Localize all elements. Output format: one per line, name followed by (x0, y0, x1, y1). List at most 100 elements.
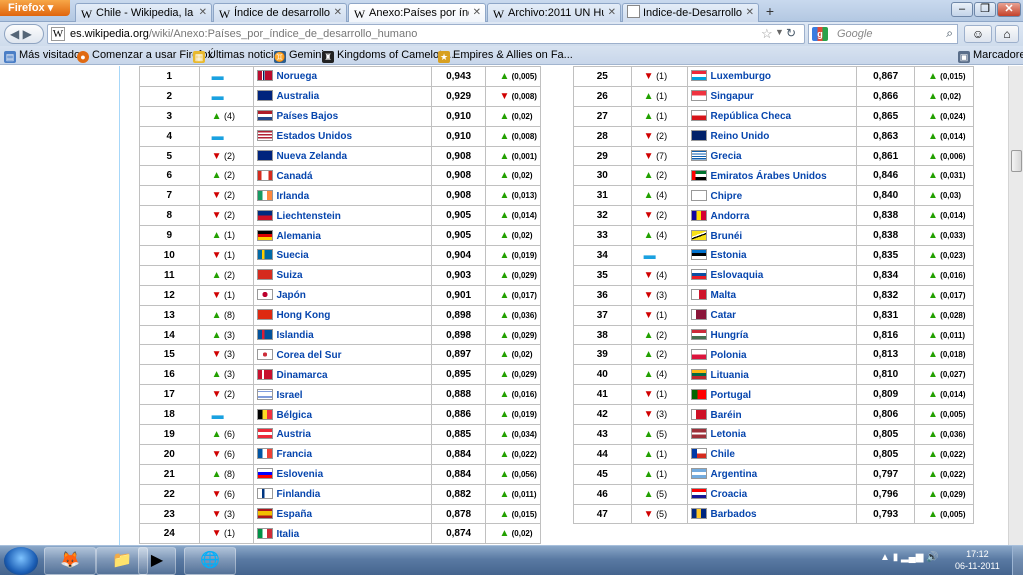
country-link-republica-checa[interactable]: República Checa (710, 111, 791, 122)
start-button[interactable] (4, 547, 38, 575)
country-link-chipre[interactable]: Chipre (710, 191, 742, 202)
close-tab-icon[interactable]: ✕ (473, 4, 481, 22)
firefox-menu-button[interactable]: Firefox ▾ (0, 0, 70, 16)
network-icon[interactable]: ▂▄▆ (901, 552, 923, 563)
bookmark-mas-visitados[interactable]: ▤ Más visitados (4, 48, 86, 63)
bookmarks-menu[interactable]: ▣Marcadores (958, 48, 1023, 63)
bookmarks-toolbar: ▤ Más visitados ● Comenzar a usar Firefox … (0, 46, 1023, 65)
country-link-belgica[interactable]: Bélgica (276, 410, 312, 421)
forward-arrow-icon[interactable]: ▶ (23, 27, 32, 41)
chevron-down-icon[interactable]: ▼ (775, 27, 784, 37)
hdi-value-cell: 0,908 (430, 165, 487, 187)
country-link-barein[interactable]: Baréin (710, 410, 741, 421)
country-link-chile[interactable]: Chile (710, 449, 734, 460)
address-bar[interactable]: W es.wikipedia.org/wiki/Anexo:Países_por… (47, 24, 805, 44)
google-icon[interactable]: g (812, 27, 828, 41)
country-link-barbados[interactable]: Barbados (710, 509, 756, 520)
country-link-eslovenia[interactable]: Eslovenia (276, 469, 323, 480)
taskbar-media-player[interactable]: ▶ (138, 547, 176, 575)
country-link-canada[interactable]: Canadá (276, 171, 312, 182)
country-link-argentina[interactable]: Argentina (710, 469, 757, 480)
new-tab-icon[interactable]: + (761, 3, 779, 21)
tab-anexo-paises[interactable]: WAnexo:Países por índice ... ✕ (348, 3, 486, 23)
country-link-liechtenstein[interactable]: Liechtenstein (276, 211, 340, 222)
hdi-change-cell: ▲ (0,034) (485, 424, 541, 445)
close-tab-icon[interactable]: ✕ (334, 4, 342, 22)
country-link-francia[interactable]: Francia (276, 449, 312, 460)
maximize-icon[interactable]: ❐ (974, 2, 996, 17)
country-link-hong-kong[interactable]: Hong Kong (276, 310, 330, 321)
country-link-andorra[interactable]: Andorra (710, 211, 749, 222)
arrow-up-icon: ▲ (643, 448, 654, 460)
country-link-islandia[interactable]: Islandia (276, 330, 313, 341)
close-tab-icon[interactable]: ✕ (199, 4, 207, 22)
country-link-eslovaquia[interactable]: Eslovaquia (710, 270, 763, 281)
close-window-icon[interactable]: ✕ (997, 2, 1021, 17)
country-link-luxemburgo[interactable]: Luxemburgo (710, 71, 771, 82)
close-tab-icon[interactable]: ✕ (608, 4, 616, 22)
country-link-paises-bajos[interactable]: Países Bajos (276, 111, 338, 122)
bookmark-star-icon[interactable]: ☆ (761, 26, 773, 42)
country-link-emiratos-arabes-unidos[interactable]: Emiratos Árabes Unidos (710, 171, 826, 182)
country-link-letonia[interactable]: Letonia (710, 429, 746, 440)
country-link-brunei[interactable]: Brunéi (710, 231, 742, 242)
country-link-grecia[interactable]: Grecia (710, 151, 741, 162)
country-link-suecia[interactable]: Suecia (276, 250, 308, 261)
battery-icon[interactable]: ▮ (893, 552, 899, 563)
addon-smiley-icon[interactable]: ☺ (964, 25, 992, 43)
country-link-estonia[interactable]: Estonia (710, 250, 746, 261)
arrow-down-icon: ▼ (643, 150, 654, 162)
tab-indice-image[interactable]: Indice-de-Desarrollo-Hu... ✕ (622, 3, 759, 22)
country-link-malta[interactable]: Malta (710, 290, 736, 301)
country-link-israel[interactable]: Israel (276, 390, 302, 401)
country-link-dinamarca[interactable]: Dinamarca (276, 370, 327, 381)
country-link-nueva-zelanda[interactable]: Nueva Zelanda (276, 151, 347, 162)
close-tab-icon[interactable]: ✕ (746, 4, 754, 22)
search-box[interactable]: g Google ⌕ (808, 24, 958, 44)
bookmark-kingdoms-camelot[interactable]: ♜ Kingdoms of Camelot ... (322, 48, 454, 63)
volume-icon[interactable]: 🔊 (926, 552, 938, 563)
country-link-croacia[interactable]: Croacia (710, 489, 747, 500)
minimize-icon[interactable]: – (951, 2, 973, 17)
bookmark-empires-allies[interactable]: ★ Empires & Allies on Fa... (438, 48, 573, 63)
back-arrow-icon[interactable]: ◀ (10, 27, 19, 41)
bookmark-gemini[interactable]: ♊ Gemini (274, 48, 324, 63)
country-link-hungria[interactable]: Hungría (710, 330, 748, 341)
taskbar-network[interactable]: 🌐 (184, 547, 236, 575)
taskbar-firefox[interactable]: 🦊 (44, 547, 96, 575)
tray-arrow-icon[interactable]: ▲ (880, 552, 890, 563)
country-link-espana[interactable]: España (276, 509, 312, 520)
country-link-irlanda[interactable]: Irlanda (276, 191, 309, 202)
search-icon[interactable]: ⌕ (946, 26, 953, 41)
vertical-scrollbar[interactable] (1008, 66, 1023, 545)
country-link-italia[interactable]: Italia (276, 529, 299, 540)
country-link-lituania[interactable]: Lituania (710, 370, 748, 381)
country-link-finlandia[interactable]: Finlandia (276, 489, 320, 500)
scrollbar-thumb[interactable] (1011, 150, 1022, 172)
country-link-estados-unidos[interactable]: Estados Unidos (276, 131, 352, 142)
country-link-japon[interactable]: Japón (276, 290, 305, 301)
country-link-noruega[interactable]: Noruega (276, 71, 317, 82)
bookmark-ultimas-noticias[interactable]: ▦ Últimas noticias (193, 48, 285, 63)
tab-indice-desarrollo[interactable]: WÍndice de desarrollo hum... ✕ (213, 3, 347, 22)
clock[interactable]: 17:12 06-11-2011 (955, 548, 1000, 572)
country-link-portugal[interactable]: Portugal (710, 390, 751, 401)
country-link-austria[interactable]: Austria (276, 429, 310, 440)
country-link-catar[interactable]: Catar (710, 310, 736, 321)
url-text[interactable]: es.wikipedia.org/wiki/Anexo:Países_por_í… (70, 28, 417, 40)
show-desktop-button[interactable] (1012, 546, 1023, 575)
country-cell: Portugal (687, 384, 858, 406)
country-link-singapur[interactable]: Singapur (710, 91, 753, 102)
country-link-alemania[interactable]: Alemania (276, 231, 320, 242)
country-link-polonia[interactable]: Polonia (710, 350, 746, 361)
country-link-australia[interactable]: Australia (276, 91, 319, 102)
country-link-reino-unido[interactable]: Reino Unido (710, 131, 769, 142)
tab-archivo-un-human[interactable]: WArchivo:2011 UN Human... ✕ (487, 3, 621, 22)
country-link-suiza[interactable]: Suiza (276, 270, 302, 281)
tab-chile-wikipedia[interactable]: WChile - Wikipedia, la enci... ✕ (75, 3, 212, 22)
back-forward-buttons[interactable]: ◀ ▶ (4, 24, 44, 44)
reload-icon[interactable]: ↻ (786, 26, 796, 40)
country-link-corea-del-sur[interactable]: Corea del Sur (276, 350, 341, 361)
hdi-value: 0,905 (446, 230, 472, 242)
home-icon[interactable]: ⌂ (995, 25, 1019, 43)
